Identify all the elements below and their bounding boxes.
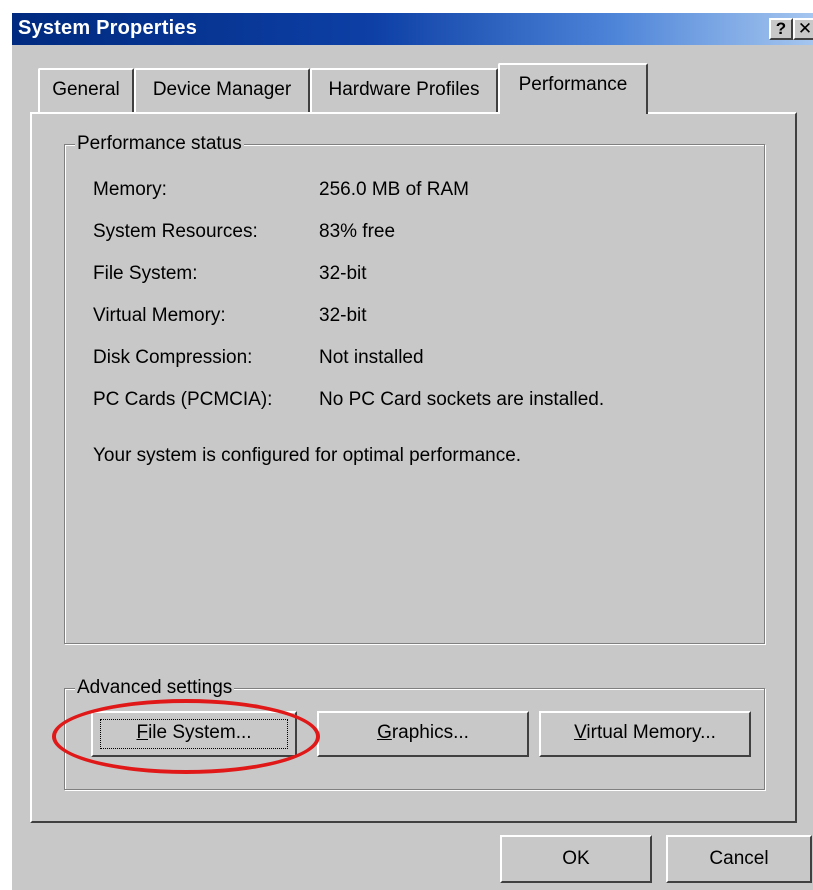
tab-general[interactable]: General: [38, 68, 134, 112]
disk-compression-label: Disk Compression:: [93, 347, 253, 368]
file-system-label: File System:: [93, 263, 198, 284]
cancel-button[interactable]: Cancel: [666, 835, 812, 883]
graphics-button-label: Graphics...: [377, 722, 469, 743]
virtual-memory-value: 32-bit: [319, 305, 367, 326]
tab-hardware-profiles[interactable]: Hardware Profiles: [310, 68, 498, 112]
tab-device-manager[interactable]: Device Manager: [134, 68, 310, 112]
memory-value: 256.0 MB of RAM: [319, 179, 469, 200]
pc-cards-label: PC Cards (PCMCIA):: [93, 389, 273, 410]
file-system-value: 32-bit: [319, 263, 367, 284]
virtual-memory-button-label: Virtual Memory...: [574, 722, 716, 743]
close-icon[interactable]: ✕: [793, 18, 813, 40]
pc-cards-value: No PC Card sockets are installed.: [319, 389, 605, 410]
window-title: System Properties: [18, 17, 198, 39]
ok-button[interactable]: OK: [500, 835, 652, 883]
performance-status-group: Performance status Memory: 256.0 MB of R…: [64, 132, 765, 644]
virtual-memory-label: Virtual Memory:: [93, 305, 226, 326]
title-bar[interactable]: System Properties ? ✕: [12, 13, 813, 45]
system-resources-label: System Resources:: [93, 221, 258, 242]
memory-label: Memory:: [93, 179, 167, 200]
system-resources-value: 83% free: [319, 221, 396, 242]
tab-performance[interactable]: Performance: [498, 63, 648, 114]
disk-compression-value: Not installed: [319, 347, 424, 368]
advanced-settings-title: Advanced settings: [75, 676, 235, 700]
performance-status-title: Performance status: [75, 132, 244, 156]
graphics-button[interactable]: Graphics...: [317, 711, 529, 757]
performance-summary: Your system is configured for optimal pe…: [93, 445, 522, 466]
virtual-memory-button[interactable]: Virtual Memory...: [539, 711, 751, 757]
red-highlight-ellipse: [52, 699, 320, 774]
help-icon[interactable]: ?: [769, 18, 793, 40]
